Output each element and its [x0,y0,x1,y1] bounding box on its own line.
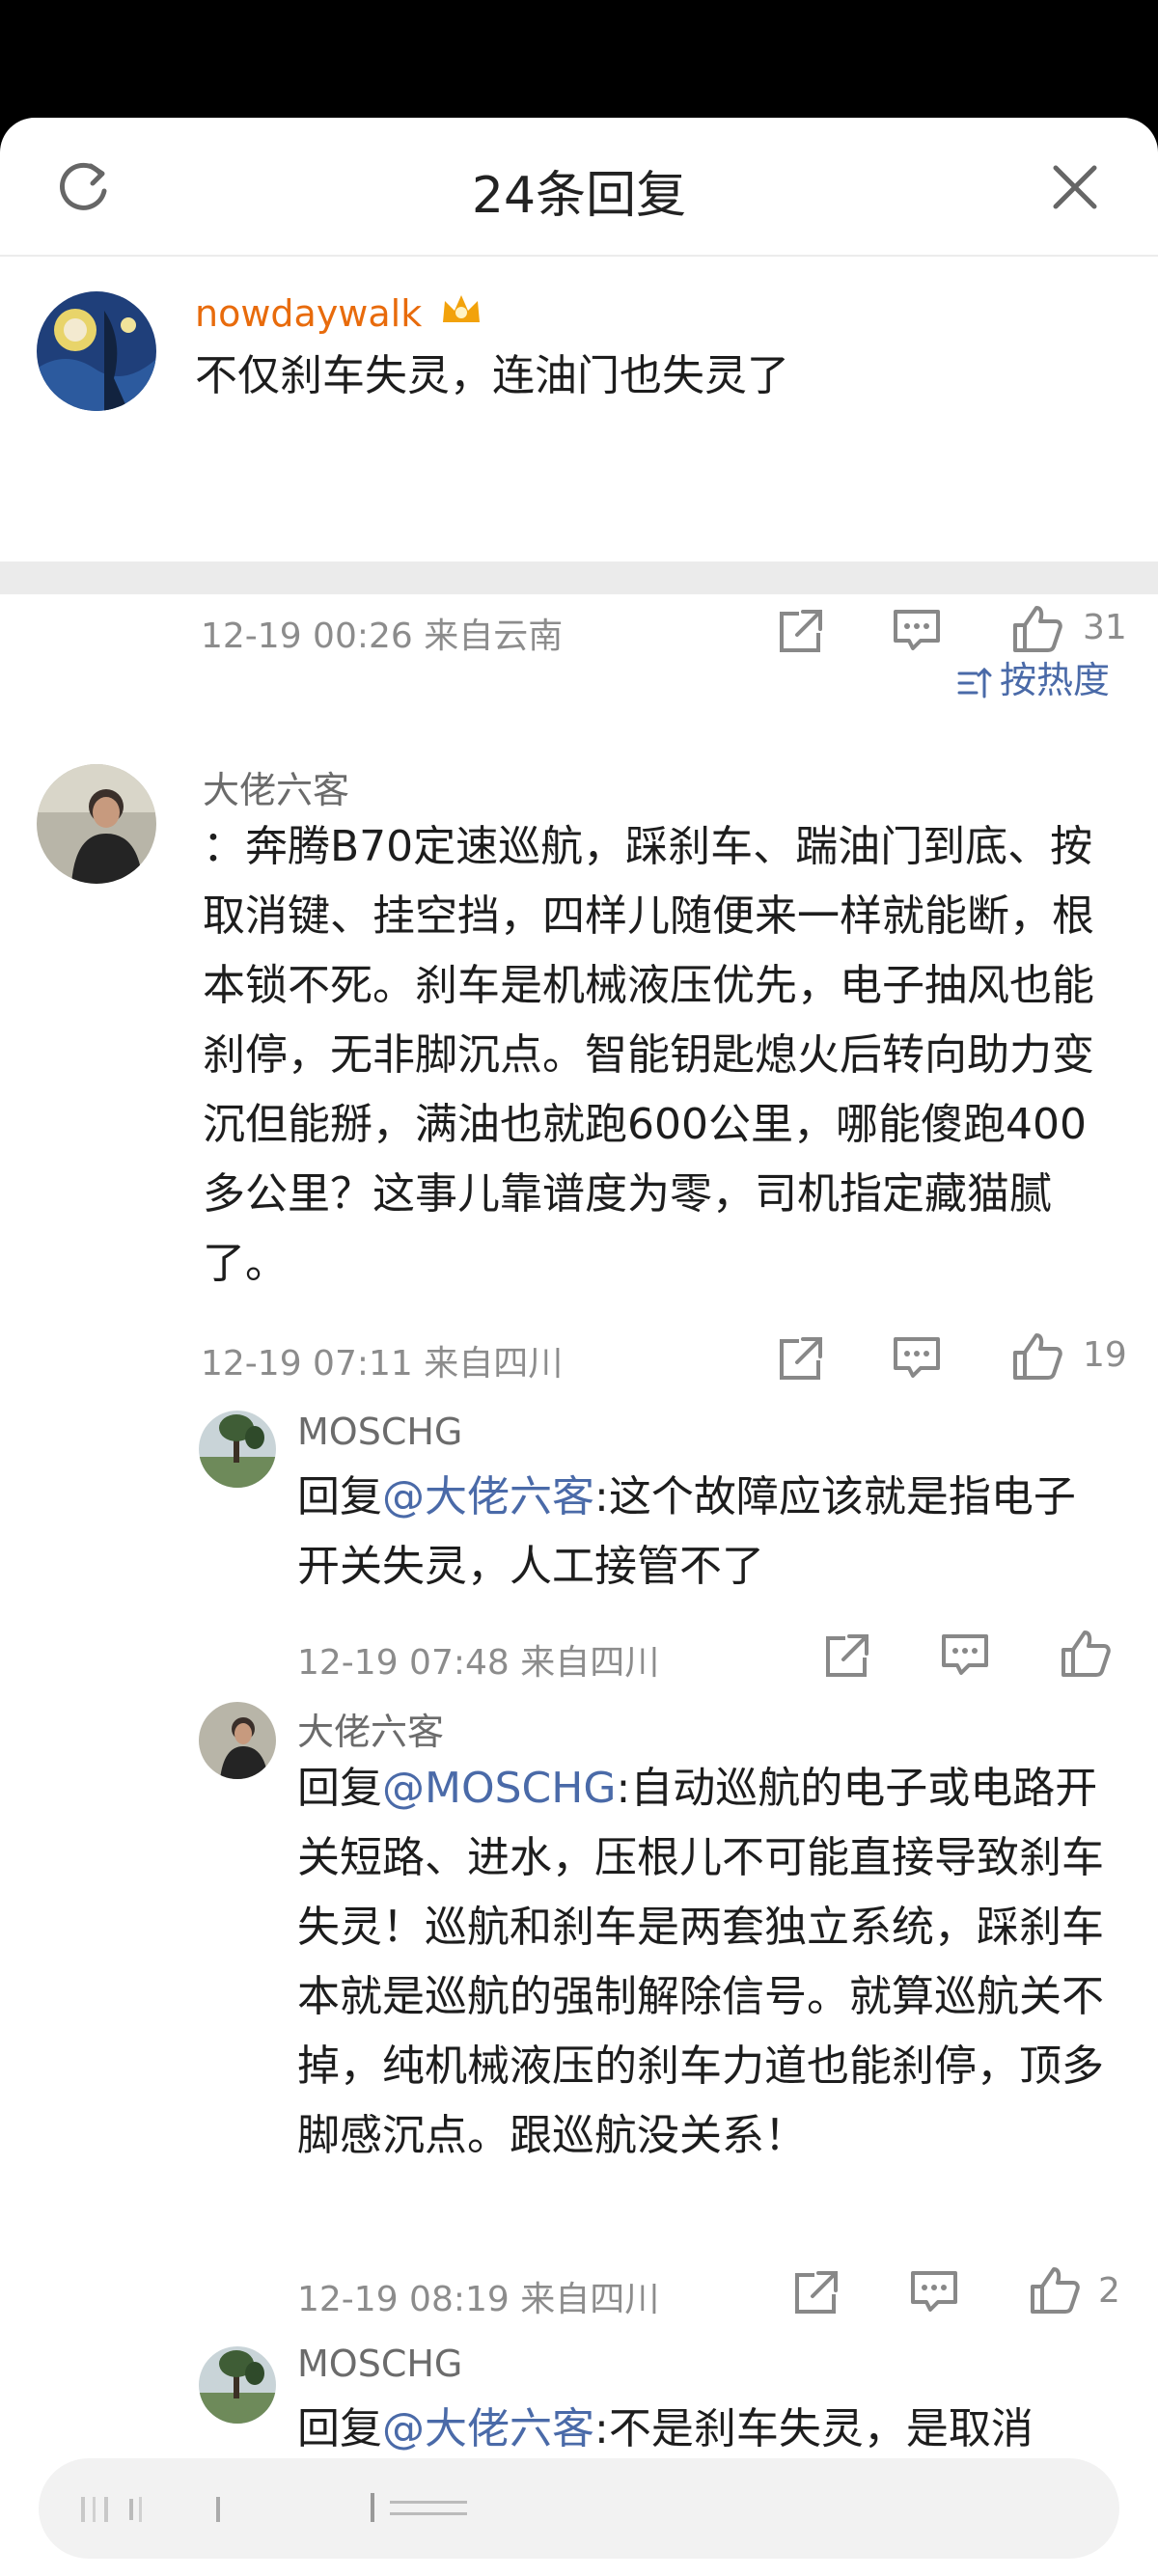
main-comment: nowdaywalk 不仅刹车失灵，连油门也失灵了 12-19 00:26 来自… [0,255,1158,679]
reply-text: ：奔腾B70定速巡航，踩刹车、踹油门到底、按取消键、挂空挡，四样儿随便来一样就能… [203,822,1094,1288]
reply-meta: 12-19 07:11 来自四川 [201,1344,564,1384]
mention-link[interactable]: @大佬六客 [382,1472,594,1521]
section-divider [0,562,1158,594]
sort-icon [957,667,992,698]
reply-body: :不是刹车失灵，是取消 [594,2404,1034,2453]
reply-text: 回复@MOSCHG:自动巡航的电子或电路开关短路、进水，压根儿不可能直接导致刹车… [297,1754,1117,2171]
like-count: 2 [1098,2271,1120,2311]
username[interactable]: nowdaywalk [195,289,483,335]
comment-icon[interactable] [890,1331,944,1385]
comment-icon[interactable] [907,2265,961,2319]
close-icon[interactable] [1044,156,1106,218]
like-count: 31 [1083,608,1127,647]
sheet-header: 24条回复 [0,118,1158,257]
replies-sheet: 24条回复 nowdaywalk 不仅刹车失灵，连油门也失灵了 12-19 00… [0,118,1158,2576]
reply-prefix: 回复 [297,1472,382,1521]
vip-crown-icon [443,295,481,322]
mention-link[interactable]: @大佬六客 [382,2404,594,2453]
reply-prefix: 回复 [297,1764,382,1813]
sheet-title: 24条回复 [471,167,687,225]
comment-meta: 12-19 00:26 来自云南 [201,617,564,656]
avatar[interactable] [199,1411,276,1488]
avatar[interactable] [199,1702,276,1779]
comment-text: 不仅刹车失灵，连油门也失灵了 [195,351,789,400]
share-icon[interactable] [820,1629,874,1683]
like-icon[interactable] [1058,1627,1112,1681]
reply-body: :自动巡航的电子或电路开关短路、进水，压根儿不可能直接导致刹车失灵！巡航和刹车是… [297,1764,1104,2160]
avatar[interactable] [199,2346,276,2424]
avatar[interactable] [37,291,156,411]
share-icon[interactable] [789,2265,843,2319]
username[interactable]: 大佬六客 [203,760,349,813]
reply-text: 回复@大佬六客:不是刹车失灵，是取消 [297,2395,1117,2464]
like-icon[interactable] [1009,602,1063,656]
reply-meta: 12-19 07:48 来自四川 [297,1643,660,1683]
avatar[interactable] [37,764,156,884]
input-placeholder-glyph [81,2493,467,2522]
reply-input-bar[interactable] [39,2458,1119,2559]
sort-by-hot[interactable]: 按热度 [955,650,1110,703]
username[interactable]: 大佬六客 [297,1702,444,1755]
share-icon[interactable] [774,1331,828,1385]
mention-link[interactable]: @MOSCHG [382,1764,616,1813]
reply-meta: 12-19 08:19 来自四川 [297,2280,660,2319]
reply-prefix: 回复 [297,2404,382,2453]
comment-icon[interactable] [938,1629,992,1683]
username[interactable]: MOSCHG [297,1411,462,1453]
like-icon[interactable] [1027,2263,1081,2317]
comment-icon[interactable] [890,604,944,658]
reply-text: 回复@大佬六客:这个故障应该就是指电子开关失灵，人工接管不了 [297,1463,1117,1602]
like-icon[interactable] [1009,1329,1063,1384]
share-icon[interactable] [774,604,828,658]
username[interactable]: MOSCHG [297,2343,462,2385]
like-count: 19 [1083,1335,1127,1375]
